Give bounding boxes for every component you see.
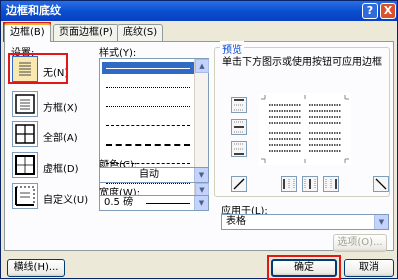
tab-borders[interactable]: 边框(B): [4, 23, 51, 42]
cancel-button[interactable]: 取消: [344, 259, 394, 277]
apply-to-value: 表格: [226, 216, 246, 227]
setting-all-label[interactable]: 全部(A): [43, 129, 78, 144]
border-preview[interactable]: [259, 93, 351, 165]
apply-to-select[interactable]: 表格 ▼: [221, 214, 389, 230]
inside-horizontal-button[interactable]: [231, 119, 247, 135]
setting-all-icon[interactable]: [12, 121, 38, 147]
top-border-button[interactable]: [231, 97, 247, 113]
setting-none-label[interactable]: 无(N): [43, 64, 68, 79]
style-line-dashed[interactable]: [106, 125, 190, 126]
right-border-button[interactable]: [323, 176, 339, 192]
horizontal-line-button[interactable]: 横线(H)...: [7, 259, 65, 277]
chevron-down-icon[interactable]: ▼: [374, 215, 388, 229]
setting-none-icon[interactable]: [12, 56, 38, 82]
title-bar: 边框和底纹: [1, 1, 397, 21]
options-button[interactable]: 选项(O)...: [333, 234, 387, 252]
help-button[interactable]: ?: [362, 3, 378, 19]
preview-title: 预览: [220, 41, 244, 56]
inside-vertical-button[interactable]: [302, 176, 318, 192]
style-line-solid[interactable]: [106, 68, 190, 69]
setting-custom-label[interactable]: 自定义(U): [43, 191, 88, 206]
tab-shading[interactable]: 底纹(S): [117, 24, 164, 41]
width-select[interactable]: 0.5 磅 ▼: [99, 195, 209, 211]
style-line-dotted[interactable]: [106, 87, 190, 88]
width-value: 0.5 磅: [104, 197, 134, 208]
close-button[interactable]: X: [380, 3, 396, 19]
color-value: 自动: [139, 169, 159, 180]
ok-button[interactable]: 确定: [271, 259, 337, 277]
color-select[interactable]: 自动 ▼: [99, 167, 209, 183]
setting-grid-label[interactable]: 虚框(D): [43, 160, 79, 175]
preview-hint: 单击下方图示或使用按钮可应用边框: [222, 57, 382, 68]
scroll-up-icon[interactable]: ▲: [195, 59, 209, 73]
diagonal-up-button[interactable]: [373, 176, 389, 192]
width-line-sample: [146, 203, 190, 204]
setting-custom-icon[interactable]: [12, 183, 38, 209]
chevron-down-icon[interactable]: ▼: [194, 196, 208, 210]
chevron-down-icon[interactable]: ▼: [194, 168, 208, 182]
tab-page-border[interactable]: 页面边框(P): [53, 24, 119, 41]
style-line-dotted-2[interactable]: [106, 106, 190, 107]
style-line-long-dash[interactable]: [106, 144, 190, 146]
style-label: 样式(Y):: [99, 48, 137, 59]
setting-box-label[interactable]: 方框(X): [43, 99, 78, 114]
dialog-title: 边框和底纹: [6, 4, 61, 17]
borders-and-shading-dialog: 边框和底纹 ? X 边框(B) 页面边框(P) 底纹(S) 设置: 无(N) 方…: [0, 0, 398, 280]
bottom-border-button[interactable]: [231, 141, 247, 157]
left-border-button[interactable]: [281, 176, 297, 192]
setting-box-icon[interactable]: [12, 91, 38, 117]
setting-grid-icon[interactable]: [12, 152, 38, 178]
diagonal-down-button[interactable]: [231, 176, 247, 192]
